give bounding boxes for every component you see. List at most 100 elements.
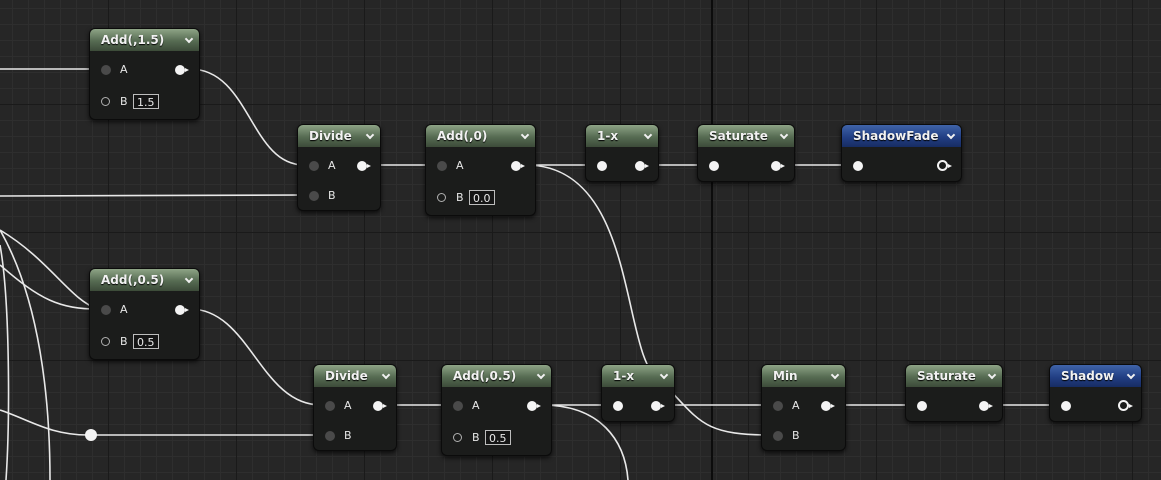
chevron-down-icon[interactable] (1126, 370, 1136, 380)
output-pin[interactable] (771, 161, 785, 171)
chevron-down-icon[interactable] (659, 370, 669, 380)
chevron-down-icon[interactable] (184, 34, 194, 44)
output-pin[interactable] (357, 161, 371, 171)
input-pin-a[interactable] (325, 401, 335, 411)
chevron-down-icon[interactable] (520, 130, 530, 140)
node-header[interactable]: Divide (314, 365, 396, 387)
chevron-down-icon[interactable] (365, 130, 375, 140)
output-pin[interactable] (937, 160, 952, 171)
input-pin[interactable] (853, 161, 863, 171)
node-title: Divide (309, 129, 352, 143)
divide-node-bottom[interactable]: Divide A B (313, 364, 397, 451)
output-pin[interactable] (821, 401, 835, 411)
node-title: Min (773, 369, 798, 383)
output-pin[interactable] (175, 65, 189, 75)
shadow-node[interactable]: Shadow (1049, 364, 1142, 422)
node-header[interactable]: Add(,0) (426, 125, 535, 147)
input-pin-a[interactable] (101, 65, 111, 75)
input-pin-b[interactable] (309, 191, 319, 201)
input-pin-b[interactable] (453, 433, 462, 442)
output-pin[interactable] (651, 401, 665, 411)
value-input-b[interactable]: 0.5 (485, 430, 511, 445)
pin-label-a: A (328, 159, 336, 172)
node-header[interactable]: Add(,0.5) (442, 365, 551, 387)
input-pin-b[interactable] (101, 337, 110, 346)
input-pin[interactable] (613, 401, 623, 411)
output-pin[interactable] (979, 401, 993, 411)
input-pin[interactable] (917, 401, 927, 411)
node-title: Saturate (917, 369, 976, 383)
saturate-node-bottom[interactable]: Saturate (905, 364, 1003, 422)
add-node-1-5[interactable]: Add(,1.5) A B 1.5 (89, 28, 200, 120)
chevron-down-icon[interactable] (536, 370, 546, 380)
input-pin-b[interactable] (773, 431, 783, 441)
pin-label-b: B (456, 191, 464, 204)
wire-add-0-5-to-divide-bottom (189, 308, 322, 406)
chevron-down-icon[interactable] (830, 370, 840, 380)
pin-label-a: A (456, 159, 464, 172)
add-node-0[interactable]: Add(,0) A B 0.0 (425, 124, 536, 216)
input-pin[interactable] (1061, 401, 1071, 411)
chevron-down-icon[interactable] (946, 130, 956, 140)
node-title: 1-x (613, 369, 635, 383)
chevron-down-icon[interactable] (779, 130, 789, 140)
output-pin[interactable] (635, 161, 649, 171)
input-pin-a[interactable] (453, 401, 463, 411)
node-title: ShadowFade (853, 129, 939, 143)
one-minus-node-top[interactable]: 1-x (585, 124, 659, 182)
divide-node-top[interactable]: Divide A B (297, 124, 381, 211)
pin-label-a: A (792, 399, 800, 412)
node-title: Saturate (709, 129, 768, 143)
pin-label-b: B (328, 189, 336, 202)
output-pin[interactable] (527, 401, 541, 411)
node-header[interactable]: Divide (298, 125, 380, 147)
output-pin[interactable] (511, 161, 525, 171)
input-pin[interactable] (709, 161, 719, 171)
input-pin-a[interactable] (101, 305, 111, 315)
node-title: Add(,1.5) (101, 33, 165, 47)
reroute-node[interactable] (85, 429, 97, 441)
one-minus-node-bottom[interactable]: 1-x (601, 364, 675, 422)
chevron-down-icon[interactable] (381, 370, 391, 380)
input-pin-b[interactable] (437, 193, 446, 202)
chevron-down-icon[interactable] (184, 274, 194, 284)
value-input-b[interactable]: 1.5 (133, 94, 159, 109)
input-pin-a[interactable] (437, 161, 447, 171)
node-header[interactable]: 1-x (602, 365, 674, 387)
pin-label-a: A (344, 399, 352, 412)
node-header[interactable]: Min (762, 365, 845, 387)
input-pin-b[interactable] (325, 431, 335, 441)
node-title: 1-x (597, 129, 619, 143)
node-header[interactable]: ShadowFade (842, 125, 961, 147)
node-header[interactable]: Add(,1.5) (90, 29, 199, 51)
saturate-node-top[interactable]: Saturate (697, 124, 795, 182)
wire-left-vertical-1 (0, 244, 10, 480)
input-pin-b[interactable] (101, 97, 110, 106)
min-node[interactable]: Min A B (761, 364, 846, 451)
wire-left-curve-2 (0, 264, 99, 310)
node-title: Add(,0.5) (101, 273, 165, 287)
node-header[interactable]: 1-x (586, 125, 658, 147)
output-pin[interactable] (175, 305, 189, 315)
node-title: Add(,0) (437, 129, 488, 143)
output-pin[interactable] (373, 401, 387, 411)
shadow-fade-node[interactable]: ShadowFade (841, 124, 962, 182)
pin-label-a: A (120, 63, 128, 76)
value-input-b[interactable]: 0.0 (469, 190, 495, 205)
pin-label-b: B (792, 429, 800, 442)
pin-label-b: B (120, 95, 128, 108)
output-pin[interactable] (1118, 400, 1133, 411)
add-node-0-5-mid[interactable]: Add(,0.5) A B 0.5 (441, 364, 552, 456)
input-pin-a[interactable] (309, 161, 319, 171)
node-header[interactable]: Add(,0.5) (90, 269, 199, 291)
input-pin-a[interactable] (773, 401, 783, 411)
node-header[interactable]: Saturate (906, 365, 1002, 387)
node-header[interactable]: Shadow (1050, 365, 1141, 387)
chevron-down-icon[interactable] (643, 130, 653, 140)
add-node-0-5-left[interactable]: Add(,0.5) A B 0.5 (89, 268, 200, 360)
input-pin[interactable] (597, 161, 607, 171)
graph-origin-axis (711, 0, 713, 480)
value-input-b[interactable]: 0.5 (133, 334, 159, 349)
node-header[interactable]: Saturate (698, 125, 794, 147)
chevron-down-icon[interactable] (987, 370, 997, 380)
